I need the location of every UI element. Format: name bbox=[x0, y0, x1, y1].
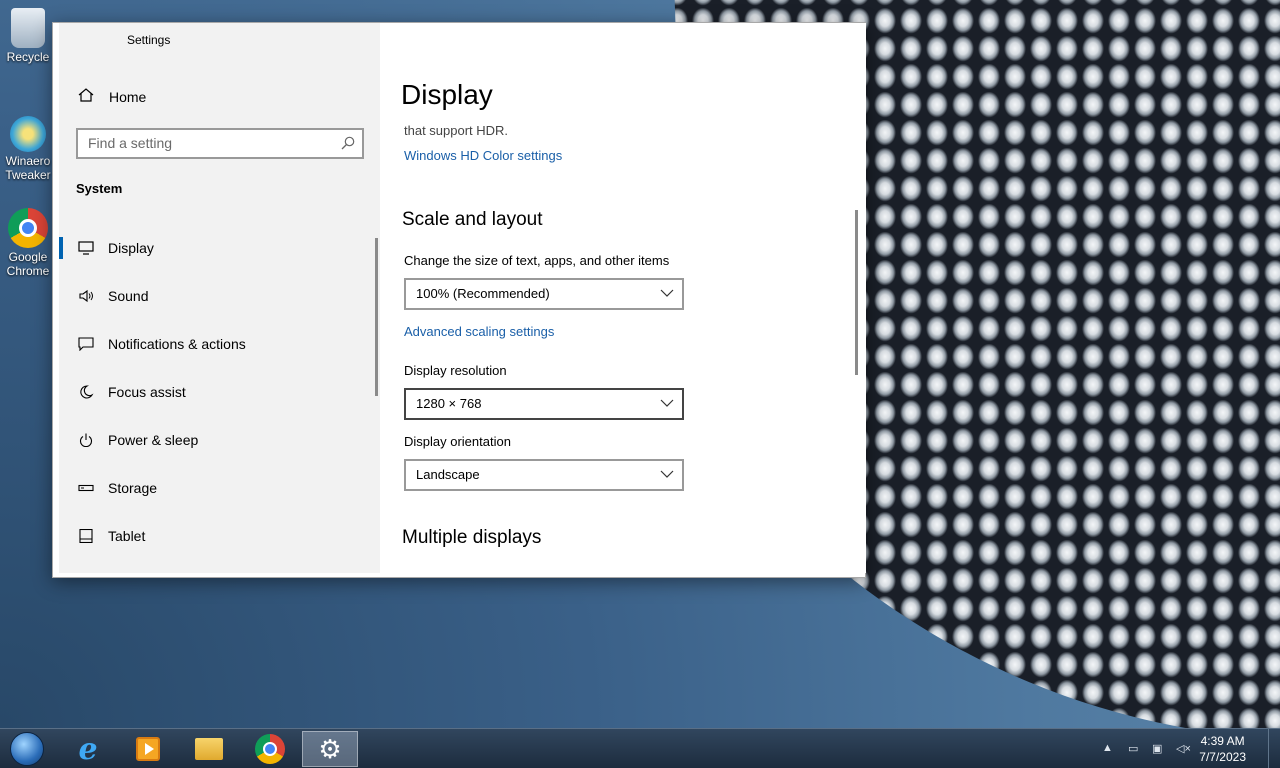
sidebar-item-power-sleep[interactable]: Power & sleep bbox=[59, 416, 380, 464]
windows-orb-icon bbox=[10, 732, 44, 766]
sidebar-item-tablet[interactable]: Tablet bbox=[59, 512, 380, 560]
search-icon bbox=[341, 136, 355, 150]
advanced-scaling-link[interactable]: Advanced scaling settings bbox=[404, 324, 554, 339]
resolution-label: Display resolution bbox=[404, 363, 507, 378]
search-placeholder: Find a setting bbox=[88, 135, 173, 151]
chevron-down-icon bbox=[660, 399, 674, 407]
chevron-down-icon bbox=[660, 470, 674, 478]
winaero-icon bbox=[10, 116, 46, 152]
sidebar-item-display[interactable]: Display bbox=[59, 224, 380, 272]
recycle-bin-desktop-icon[interactable]: Recycle bbox=[0, 8, 56, 64]
settings-window: Settings Home Find a setting System Disp… bbox=[52, 22, 866, 578]
winaero-tweaker-desktop-icon[interactable]: Winaero Tweaker bbox=[0, 116, 56, 182]
storage-icon bbox=[77, 481, 95, 495]
show-hidden-icons-icon[interactable]: ▲ bbox=[1102, 742, 1118, 756]
taskbar-internet-explorer[interactable]: e bbox=[60, 731, 116, 767]
home-label: Home bbox=[109, 89, 147, 105]
speaker-muted-icon[interactable]: ◁× bbox=[1176, 742, 1192, 756]
orientation-value: Landscape bbox=[416, 467, 480, 482]
desktop-icon-label: Winaero Tweaker bbox=[5, 154, 51, 182]
multiple-displays-heading: Multiple displays bbox=[402, 527, 542, 548]
sidebar-item-label: Focus assist bbox=[108, 384, 186, 400]
chrome-icon bbox=[8, 208, 48, 248]
folder-icon bbox=[195, 738, 223, 760]
taskbar-settings[interactable]: ⚙ bbox=[302, 731, 358, 767]
network-disabled-icon[interactable]: ▭ bbox=[1128, 742, 1144, 756]
notification-icon bbox=[77, 337, 95, 351]
sidebar-item-notifications[interactable]: Notifications & actions bbox=[59, 320, 380, 368]
moon-icon bbox=[77, 385, 95, 399]
sidebar-item-storage[interactable]: Storage bbox=[59, 464, 380, 512]
sidebar-scrollbar[interactable] bbox=[375, 238, 378, 396]
sidebar-item-focus-assist[interactable]: Focus assist bbox=[59, 368, 380, 416]
resolution-value: 1280 × 768 bbox=[416, 396, 482, 411]
scale-dropdown[interactable]: 100% (Recommended) bbox=[404, 278, 684, 310]
sidebar-item-label: Power & sleep bbox=[108, 432, 199, 448]
page-title: Display bbox=[401, 79, 493, 110]
chrome-icon bbox=[255, 734, 285, 764]
gear-icon: ⚙ bbox=[318, 734, 342, 764]
chevron-down-icon bbox=[660, 289, 674, 297]
search-input[interactable]: Find a setting bbox=[76, 128, 364, 159]
taskbar-media-player[interactable] bbox=[120, 731, 176, 767]
speaker-icon bbox=[77, 289, 95, 303]
tablet-icon bbox=[77, 529, 95, 543]
hdr-text: that support HDR. bbox=[404, 123, 509, 138]
scale-label: Change the size of text, apps, and other… bbox=[404, 253, 670, 268]
sidebar: Settings Home Find a setting System Disp… bbox=[59, 23, 380, 573]
sidebar-home[interactable]: Home bbox=[77, 85, 357, 109]
power-icon bbox=[77, 433, 95, 447]
clock-time: 4:39 AM bbox=[1200, 734, 1245, 748]
clock-date: 7/7/2023 bbox=[1199, 750, 1246, 764]
taskbar: e ⚙ ▲ ▭ ▣ ◁× 4:39 AM 7/7/2023 bbox=[0, 728, 1280, 768]
resolution-dropdown[interactable]: 1280 × 768 bbox=[404, 388, 684, 420]
taskbar-chrome[interactable] bbox=[242, 731, 298, 767]
clock[interactable]: 4:39 AM 7/7/2023 bbox=[1199, 733, 1246, 765]
network-icon[interactable]: ▣ bbox=[1152, 742, 1168, 756]
orientation-label: Display orientation bbox=[404, 434, 511, 449]
start-button[interactable] bbox=[2, 731, 52, 767]
sidebar-item-sound[interactable]: Sound bbox=[59, 272, 380, 320]
internet-explorer-icon: e bbox=[78, 731, 98, 767]
recycle-bin-icon bbox=[11, 8, 45, 48]
sidebar-item-label: Sound bbox=[108, 288, 149, 304]
sidebar-item-label: Storage bbox=[108, 480, 158, 496]
main-scrollbar[interactable] bbox=[855, 210, 858, 375]
orientation-dropdown[interactable]: Landscape bbox=[404, 459, 684, 491]
main-content: Display that support HDR. Windows HD Col… bbox=[380, 23, 866, 573]
section-label-system: System bbox=[76, 181, 123, 196]
window-title: Settings bbox=[127, 33, 171, 47]
scale-value: 100% (Recommended) bbox=[416, 286, 550, 301]
monitor-icon bbox=[77, 241, 95, 255]
home-icon bbox=[77, 88, 95, 106]
sidebar-item-label: Tablet bbox=[108, 528, 146, 544]
desktop-icon-label: Recycle bbox=[6, 50, 50, 64]
taskbar-file-explorer[interactable] bbox=[181, 731, 237, 767]
scale-layout-heading: Scale and layout bbox=[402, 209, 543, 230]
sidebar-item-label: Notifications & actions bbox=[108, 336, 246, 352]
media-player-icon bbox=[136, 737, 160, 761]
sidebar-item-label: Display bbox=[108, 240, 154, 256]
hd-color-settings-link[interactable]: Windows HD Color settings bbox=[404, 148, 562, 163]
desktop-icon-label: Google Chrome bbox=[6, 250, 50, 278]
google-chrome-desktop-icon[interactable]: Google Chrome bbox=[0, 208, 56, 278]
show-desktop-button[interactable] bbox=[1268, 729, 1280, 768]
